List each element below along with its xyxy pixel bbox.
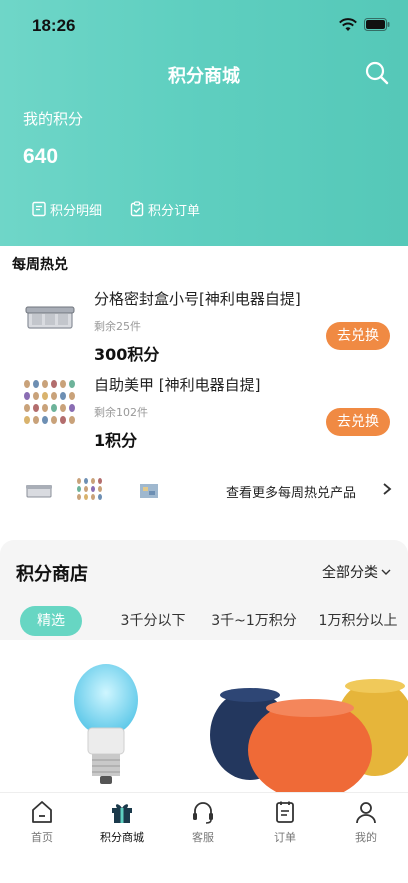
tabbar-points-mall-label: 积分商城: [100, 831, 144, 844]
more-weekly-text: 查看更多每周热兑产品: [226, 486, 357, 501]
smart-speakers-image[interactable]: [210, 650, 408, 792]
product-thumb: [140, 484, 158, 498]
page-title: 积分商城: [168, 66, 240, 87]
tab-3k-10k[interactable]: 3千~1万积分: [206, 606, 302, 636]
tabbar-service[interactable]: 客服: [163, 799, 243, 845]
tabbar-points-mall[interactable]: 积分商城: [82, 799, 162, 845]
wifi-icon: [339, 18, 357, 31]
points-order-link[interactable]: 积分订单: [129, 199, 200, 219]
product-stock: 剩余102件: [94, 406, 148, 419]
tabbar-home[interactable]: 首页: [2, 799, 82, 845]
weekly-hot-title: 每周热兑: [12, 257, 68, 273]
tabbar-profile[interactable]: 我的: [326, 799, 406, 845]
gift-icon: [112, 804, 132, 823]
redeem-button[interactable]: 去兑换: [326, 408, 390, 436]
chevron-right-icon: [383, 483, 392, 495]
tab-under-3k[interactable]: 3千分以下: [108, 606, 198, 636]
more-weekly-link[interactable]: 查看更多每周热兑产品: [0, 468, 408, 512]
tabbar-profile-label: 我的: [355, 831, 377, 844]
storage-box-image: [25, 306, 75, 329]
points-order-label: 积分订单: [148, 203, 201, 219]
tabbar-orders[interactable]: 订单: [245, 799, 325, 845]
product-name: 分格密封盒小号[神利电器自提]: [94, 290, 301, 308]
all-categories-label: 全部分类: [322, 565, 378, 581]
clipboard-icon: [276, 801, 294, 823]
tab-featured[interactable]: 精选: [20, 606, 82, 636]
redeem-button[interactable]: 去兑换: [326, 322, 390, 350]
document-icon: [32, 201, 46, 217]
points-label: 我的积分: [23, 110, 84, 128]
product-grid: [0, 640, 408, 792]
chevron-down-icon: [381, 569, 391, 575]
header: 18:26 积分商城 我的积分 640 积分明细 积分订单: [0, 0, 408, 246]
status-time: 18:26: [32, 16, 76, 35]
tabbar-service-label: 客服: [192, 831, 214, 844]
nail-stickers-thumb: [77, 478, 102, 500]
tabbar-orders-label: 订单: [274, 831, 296, 844]
product-name: 自助美甲 [神利电器自提]: [94, 376, 261, 394]
points-detail-label: 积分明细: [50, 203, 103, 219]
tabbar-home-label: 首页: [31, 831, 53, 844]
product-price: 300积分: [94, 345, 160, 364]
home-icon: [32, 801, 52, 823]
points-detail-link[interactable]: 积分明细: [31, 199, 102, 219]
search-icon[interactable]: [364, 60, 390, 86]
headset-icon: [193, 802, 213, 824]
clipboard-check-icon: [130, 201, 144, 217]
status-bar: 18:26: [0, 0, 408, 50]
nail-stickers-image: [24, 380, 75, 424]
product-item[interactable]: 分格密封盒小号[神利电器自提] 剩余25件 300积分 去兑换: [0, 284, 408, 364]
product-price: 1积分: [94, 431, 138, 450]
points-shop-title: 积分商店: [16, 564, 88, 585]
smart-bulb-image[interactable]: [70, 650, 150, 790]
battery-icon: [364, 18, 390, 31]
tab-over-10k[interactable]: 1万积分以上: [310, 606, 406, 636]
bottom-tab-bar: 首页 积分商城 客服 订单 我的: [0, 792, 408, 883]
points-value: 640: [23, 145, 59, 168]
all-categories-dropdown[interactable]: 全部分类: [322, 562, 391, 582]
user-icon: [356, 802, 376, 824]
product-stock: 剩余25件: [94, 320, 141, 333]
storage-box-thumb: [26, 485, 52, 498]
product-item[interactable]: 自助美甲 [神利电器自提] 剩余102件 1积分 去兑换: [0, 370, 408, 450]
